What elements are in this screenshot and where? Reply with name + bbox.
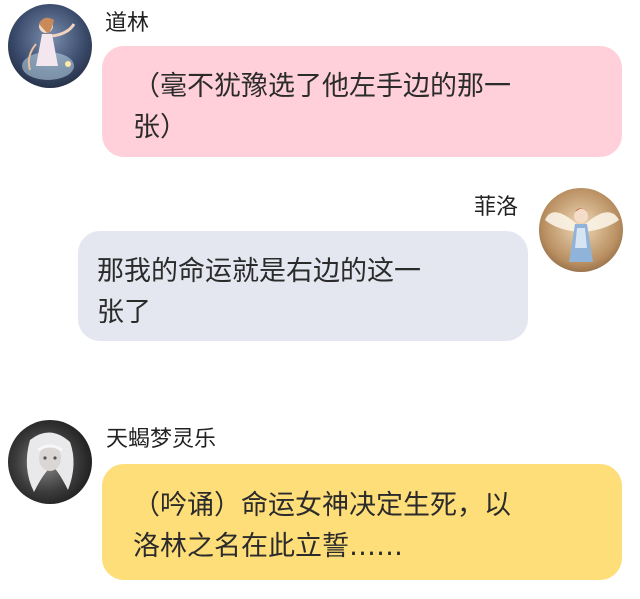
- message-bubble[interactable]: （毫不犹豫选了他左手边的那一 张）: [102, 46, 622, 157]
- fairy-avatar-icon: [8, 4, 92, 88]
- message-text-line: 那我的命运就是右边的这一: [97, 256, 421, 287]
- message-bubble[interactable]: 那我的命运就是右边的这一 张了: [78, 231, 528, 341]
- sender-name: 菲洛: [474, 195, 519, 220]
- avatar-tianxie[interactable]: [8, 420, 92, 504]
- sender-name: 道林: [105, 11, 150, 36]
- angel-avatar-icon: [539, 188, 623, 272]
- avatar-daolin[interactable]: [8, 4, 92, 88]
- message-text-line: 张了: [97, 297, 151, 328]
- message-text-line: （吟诵）命运女神决定生死，以: [133, 490, 511, 521]
- avatar-feiluo[interactable]: [539, 188, 623, 272]
- message-text-line: 张）: [133, 112, 187, 143]
- message-bubble[interactable]: （吟诵）命运女神决定生死，以 洛林之名在此立誓……: [102, 464, 622, 580]
- message-text-line: （毫不犹豫选了他左手边的那一: [133, 71, 511, 102]
- white-hair-avatar-icon: [8, 420, 92, 504]
- message-text-line: 洛林之名在此立誓……: [133, 531, 403, 562]
- sender-name: 天蝎梦灵乐: [106, 427, 217, 452]
